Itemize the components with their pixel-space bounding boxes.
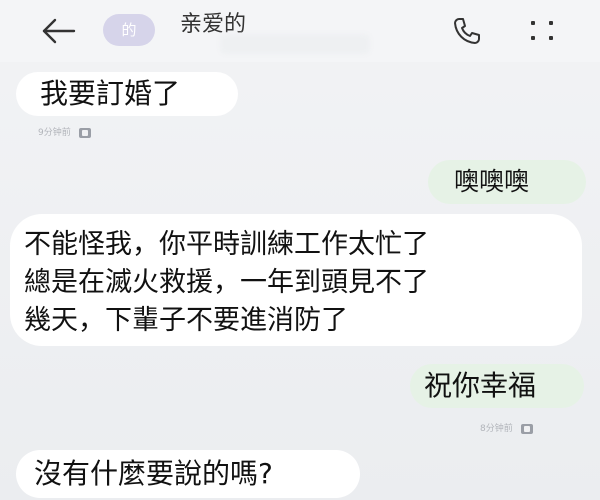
four-dots-icon: [531, 21, 553, 40]
message-bubble-incoming[interactable]: 沒有什麼要說的嗎?: [16, 450, 360, 498]
message-bubble-outgoing[interactable]: 祝你幸福: [410, 364, 584, 408]
phone-icon: [454, 18, 480, 44]
message-bubble-incoming[interactable]: 我要訂婚了: [16, 72, 238, 116]
call-button[interactable]: [450, 14, 484, 48]
read-badge-icon: [520, 423, 533, 434]
chat-header: 的 亲爱的: [0, 0, 600, 62]
contact-subtitle-blurred: [220, 34, 370, 54]
timestamp-text: 9分钟前: [38, 128, 71, 138]
message-bubble-outgoing[interactable]: 噢噢噢: [428, 160, 586, 204]
more-button[interactable]: [528, 18, 558, 44]
arrow-left-icon: [42, 18, 76, 44]
message-line: 總是在滅火救援，一年到頭見不了: [24, 267, 429, 298]
message-line: 不能怪我，你平時訓練工作太忙了: [24, 229, 429, 260]
avatar[interactable]: 的: [103, 14, 155, 46]
message-line: 幾天，下輩子不要進消防了: [24, 305, 348, 336]
message-timestamp: 9分钟前: [38, 125, 91, 138]
chat-screen: 的 亲爱的 我要訂婚了 9分钟前 噢噢噢 不能怪我，你平時訓練工作太忙了 總是在…: [0, 0, 600, 500]
timestamp-text: 8分钟前: [480, 424, 513, 434]
back-button[interactable]: [38, 14, 78, 48]
read-badge-icon: [78, 127, 91, 138]
message-bubble-incoming[interactable]: 不能怪我，你平時訓練工作太忙了 總是在滅火救援，一年到頭見不了 幾天，下輩子不要…: [10, 214, 582, 346]
message-timestamp: 8分钟前: [480, 421, 533, 434]
